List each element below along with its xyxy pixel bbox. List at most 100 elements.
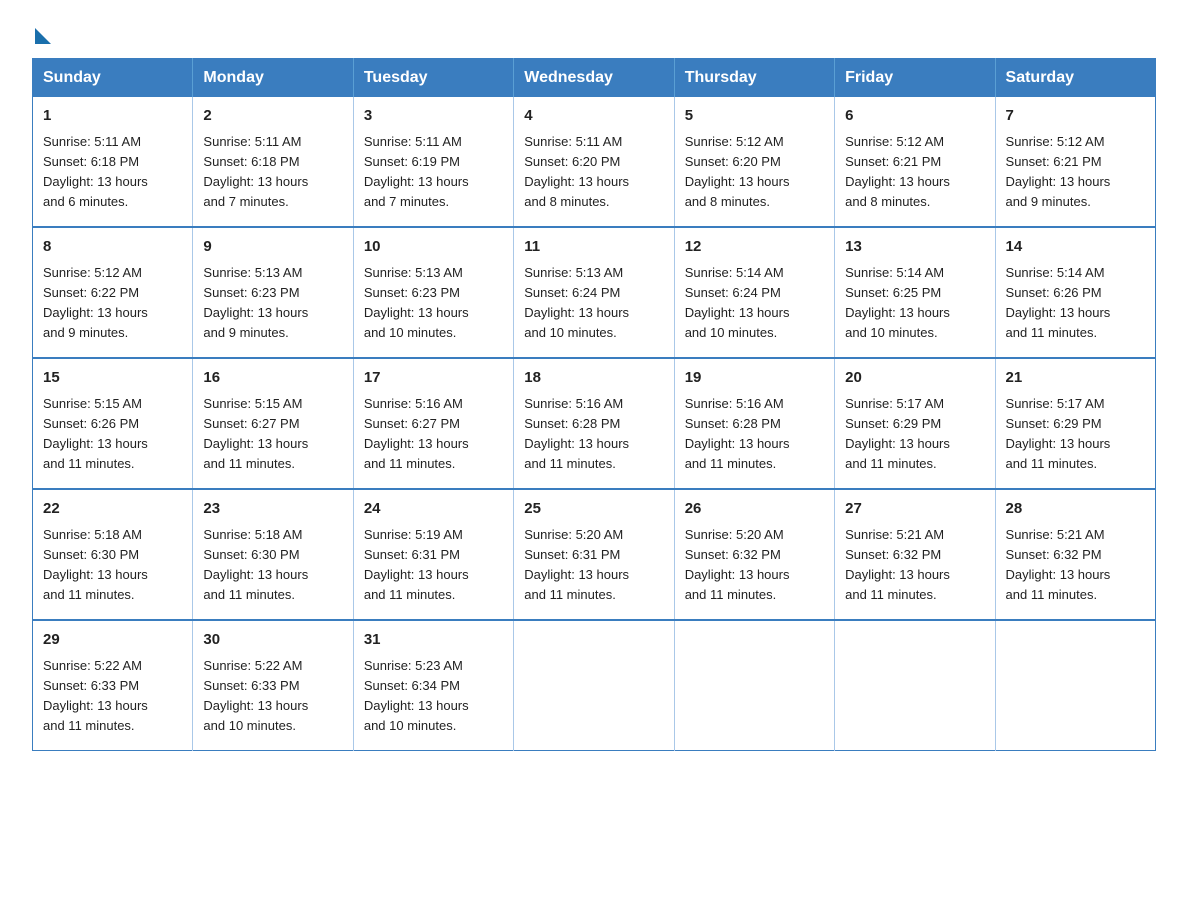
day-number: 7 xyxy=(1006,105,1145,128)
day-number: 14 xyxy=(1006,236,1145,259)
day-cell: 16 Sunrise: 5:15 AMSunset: 6:27 PMDayligh… xyxy=(193,358,353,489)
day-cell xyxy=(674,620,834,751)
day-cell: 24 Sunrise: 5:19 AMSunset: 6:31 PMDayligh… xyxy=(353,489,513,620)
day-info: Sunrise: 5:22 AMSunset: 6:33 PMDaylight:… xyxy=(43,658,148,733)
day-info: Sunrise: 5:21 AMSunset: 6:32 PMDaylight:… xyxy=(845,527,950,602)
day-cell: 31 Sunrise: 5:23 AMSunset: 6:34 PMDayligh… xyxy=(353,620,513,751)
day-info: Sunrise: 5:20 AMSunset: 6:32 PMDaylight:… xyxy=(685,527,790,602)
day-cell: 14 Sunrise: 5:14 AMSunset: 6:26 PMDayligh… xyxy=(995,227,1155,358)
day-number: 24 xyxy=(364,498,503,521)
day-cell: 23 Sunrise: 5:18 AMSunset: 6:30 PMDayligh… xyxy=(193,489,353,620)
logo-triangle-icon xyxy=(35,28,51,44)
day-cell: 5Sunrise: 5:12 AMSunset: 6:20 PMDaylight… xyxy=(674,97,834,227)
day-info: Sunrise: 5:20 AMSunset: 6:31 PMDaylight:… xyxy=(524,527,629,602)
day-number: 22 xyxy=(43,498,182,521)
day-info: Sunrise: 5:17 AMSunset: 6:29 PMDaylight:… xyxy=(1006,396,1111,471)
day-info: Sunrise: 5:11 AMSunset: 6:18 PMDaylight:… xyxy=(43,134,148,209)
day-number: 10 xyxy=(364,236,503,259)
day-number: 31 xyxy=(364,629,503,652)
day-number: 20 xyxy=(845,367,984,390)
day-cell: 11 Sunrise: 5:13 AMSunset: 6:24 PMDayligh… xyxy=(514,227,674,358)
weekday-header-saturday: Saturday xyxy=(995,59,1155,98)
week-row-1: 1 Sunrise: 5:11 AMSunset: 6:18 PMDaylight… xyxy=(33,97,1156,227)
day-number: 18 xyxy=(524,367,663,390)
day-number: 27 xyxy=(845,498,984,521)
day-cell: 20 Sunrise: 5:17 AMSunset: 6:29 PMDayligh… xyxy=(835,358,995,489)
week-row-4: 22 Sunrise: 5:18 AMSunset: 6:30 PMDayligh… xyxy=(33,489,1156,620)
day-info: Sunrise: 5:12 AMSunset: 6:22 PMDaylight:… xyxy=(43,265,148,340)
day-cell: 15Sunrise: 5:15 AMSunset: 6:26 PMDayligh… xyxy=(33,358,193,489)
weekday-header-tuesday: Tuesday xyxy=(353,59,513,98)
day-cell: 9 Sunrise: 5:13 AMSunset: 6:23 PMDaylight… xyxy=(193,227,353,358)
day-info: Sunrise: 5:13 AMSunset: 6:24 PMDaylight:… xyxy=(524,265,629,340)
week-row-3: 15Sunrise: 5:15 AMSunset: 6:26 PMDayligh… xyxy=(33,358,1156,489)
day-number: 23 xyxy=(203,498,342,521)
day-info: Sunrise: 5:11 AMSunset: 6:20 PMDaylight:… xyxy=(524,134,629,209)
day-cell xyxy=(514,620,674,751)
day-number: 4 xyxy=(524,105,663,128)
header xyxy=(32,24,1156,40)
day-cell: 26 Sunrise: 5:20 AMSunset: 6:32 PMDayligh… xyxy=(674,489,834,620)
day-info: Sunrise: 5:12 AMSunset: 6:21 PMDaylight:… xyxy=(845,134,950,209)
day-info: Sunrise: 5:13 AMSunset: 6:23 PMDaylight:… xyxy=(364,265,469,340)
day-number: 8 xyxy=(43,236,182,259)
day-number: 26 xyxy=(685,498,824,521)
day-cell: 10 Sunrise: 5:13 AMSunset: 6:23 PMDayligh… xyxy=(353,227,513,358)
day-number: 12 xyxy=(685,236,824,259)
day-cell: 17Sunrise: 5:16 AMSunset: 6:27 PMDayligh… xyxy=(353,358,513,489)
day-info: Sunrise: 5:21 AMSunset: 6:32 PMDaylight:… xyxy=(1006,527,1111,602)
day-info: Sunrise: 5:15 AMSunset: 6:27 PMDaylight:… xyxy=(203,396,308,471)
day-info: Sunrise: 5:16 AMSunset: 6:27 PMDaylight:… xyxy=(364,396,469,471)
day-info: Sunrise: 5:17 AMSunset: 6:29 PMDaylight:… xyxy=(845,396,950,471)
day-number: 21 xyxy=(1006,367,1145,390)
day-info: Sunrise: 5:12 AMSunset: 6:20 PMDaylight:… xyxy=(685,134,790,209)
day-number: 15 xyxy=(43,367,182,390)
weekday-header-wednesday: Wednesday xyxy=(514,59,674,98)
day-info: Sunrise: 5:14 AMSunset: 6:24 PMDaylight:… xyxy=(685,265,790,340)
day-cell: 3 Sunrise: 5:11 AMSunset: 6:19 PMDaylight… xyxy=(353,97,513,227)
day-info: Sunrise: 5:16 AMSunset: 6:28 PMDaylight:… xyxy=(524,396,629,471)
day-cell: 13 Sunrise: 5:14 AMSunset: 6:25 PMDayligh… xyxy=(835,227,995,358)
week-row-2: 8 Sunrise: 5:12 AMSunset: 6:22 PMDaylight… xyxy=(33,227,1156,358)
day-info: Sunrise: 5:22 AMSunset: 6:33 PMDaylight:… xyxy=(203,658,308,733)
day-info: Sunrise: 5:18 AMSunset: 6:30 PMDaylight:… xyxy=(203,527,308,602)
week-row-5: 29Sunrise: 5:22 AMSunset: 6:33 PMDayligh… xyxy=(33,620,1156,751)
day-number: 3 xyxy=(364,105,503,128)
day-cell: 30Sunrise: 5:22 AMSunset: 6:33 PMDayligh… xyxy=(193,620,353,751)
day-cell: 2 Sunrise: 5:11 AMSunset: 6:18 PMDaylight… xyxy=(193,97,353,227)
day-number: 11 xyxy=(524,236,663,259)
day-cell: 6 Sunrise: 5:12 AMSunset: 6:21 PMDaylight… xyxy=(835,97,995,227)
day-number: 2 xyxy=(203,105,342,128)
weekday-header-sunday: Sunday xyxy=(33,59,193,98)
day-cell: 12 Sunrise: 5:14 AMSunset: 6:24 PMDayligh… xyxy=(674,227,834,358)
day-cell: 29Sunrise: 5:22 AMSunset: 6:33 PMDayligh… xyxy=(33,620,193,751)
weekday-header-friday: Friday xyxy=(835,59,995,98)
day-info: Sunrise: 5:14 AMSunset: 6:25 PMDaylight:… xyxy=(845,265,950,340)
logo xyxy=(32,24,51,40)
day-number: 6 xyxy=(845,105,984,128)
day-info: Sunrise: 5:13 AMSunset: 6:23 PMDaylight:… xyxy=(203,265,308,340)
day-cell: 21 Sunrise: 5:17 AMSunset: 6:29 PMDayligh… xyxy=(995,358,1155,489)
day-number: 1 xyxy=(43,105,182,128)
day-info: Sunrise: 5:12 AMSunset: 6:21 PMDaylight:… xyxy=(1006,134,1111,209)
day-cell: 4 Sunrise: 5:11 AMSunset: 6:20 PMDaylight… xyxy=(514,97,674,227)
calendar-table: SundayMondayTuesdayWednesdayThursdayFrid… xyxy=(32,58,1156,751)
day-cell: 28 Sunrise: 5:21 AMSunset: 6:32 PMDayligh… xyxy=(995,489,1155,620)
day-info: Sunrise: 5:23 AMSunset: 6:34 PMDaylight:… xyxy=(364,658,469,733)
day-number: 13 xyxy=(845,236,984,259)
day-number: 16 xyxy=(203,367,342,390)
day-info: Sunrise: 5:18 AMSunset: 6:30 PMDaylight:… xyxy=(43,527,148,602)
weekday-header-thursday: Thursday xyxy=(674,59,834,98)
day-cell: 27 Sunrise: 5:21 AMSunset: 6:32 PMDayligh… xyxy=(835,489,995,620)
day-cell xyxy=(995,620,1155,751)
day-number: 9 xyxy=(203,236,342,259)
day-info: Sunrise: 5:16 AMSunset: 6:28 PMDaylight:… xyxy=(685,396,790,471)
day-info: Sunrise: 5:14 AMSunset: 6:26 PMDaylight:… xyxy=(1006,265,1111,340)
day-info: Sunrise: 5:11 AMSunset: 6:19 PMDaylight:… xyxy=(364,134,469,209)
weekday-header-monday: Monday xyxy=(193,59,353,98)
day-info: Sunrise: 5:11 AMSunset: 6:18 PMDaylight:… xyxy=(203,134,308,209)
day-cell xyxy=(835,620,995,751)
day-number: 28 xyxy=(1006,498,1145,521)
day-info: Sunrise: 5:19 AMSunset: 6:31 PMDaylight:… xyxy=(364,527,469,602)
day-cell: 1 Sunrise: 5:11 AMSunset: 6:18 PMDaylight… xyxy=(33,97,193,227)
